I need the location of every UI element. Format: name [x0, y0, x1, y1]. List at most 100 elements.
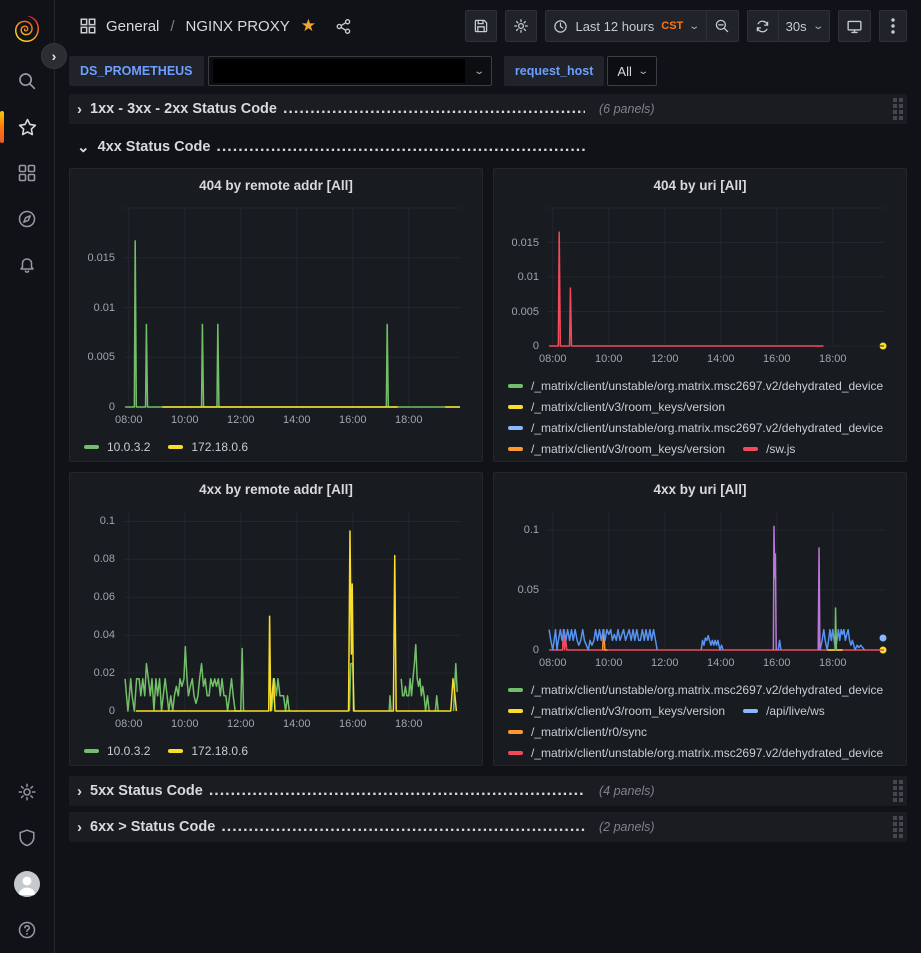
legend-swatch	[743, 709, 758, 713]
legend-item[interactable]: 10.0.3.2	[84, 439, 150, 455]
row-header-4xx[interactable]: ⌄ 4xx Status Code ......................…	[69, 132, 907, 162]
panel-title[interactable]: 404 by remote addr [All]	[80, 174, 472, 200]
variable-request-host: request_host All ⌄	[504, 56, 657, 86]
save-dashboard-button[interactable]	[465, 10, 497, 42]
row-header-5xx[interactable]: › 5xx Status Code ......................…	[69, 776, 907, 806]
main-area: General / NGINX PROXY ★	[55, 0, 921, 953]
legend-item[interactable]: /_matrix/client/v3/room_keys/version	[508, 703, 725, 719]
sidebar-item-help[interactable]	[0, 907, 55, 953]
page-title[interactable]: NGINX PROXY	[186, 18, 290, 35]
x-axis-label: 12:00	[227, 718, 255, 730]
series-line	[125, 241, 460, 407]
save-icon	[473, 18, 489, 34]
breadcrumb-root[interactable]: General	[106, 18, 159, 35]
row-title: 4xx Status Code	[98, 139, 211, 155]
row-drag-handle[interactable]	[893, 98, 903, 120]
dashboards-grid-icon	[79, 17, 97, 35]
legend-item[interactable]: 10.0.3.2	[84, 743, 150, 759]
refresh-interval-label: 30s	[786, 19, 807, 34]
grafana-logo-icon	[12, 14, 42, 44]
legend-swatch	[508, 447, 523, 451]
chevron-right-icon: ›	[77, 784, 82, 799]
chart-canvas	[124, 512, 460, 711]
breadcrumb: General / NGINX PROXY ★	[79, 16, 352, 36]
time-series-chart[interactable]: 00.020.040.060.080.108:0010:0012:0014:00…	[80, 504, 472, 737]
legend-item[interactable]: /_matrix/client/r0/sync	[508, 724, 647, 740]
series-line	[773, 526, 820, 650]
sidebar-item-dashboards[interactable]	[0, 150, 55, 196]
panel-title[interactable]: 404 by uri [All]	[504, 174, 896, 200]
legend-item[interactable]: /_matrix/client/v3/room_keys/version	[508, 399, 725, 415]
legend-item[interactable]: /_matrix/client/unstable/org.matrix.msc2…	[508, 682, 883, 698]
more-options-button[interactable]	[879, 10, 907, 42]
legend-item[interactable]: /_matrix/client/unstable/org.matrix.msc2…	[508, 420, 883, 436]
x-axis-label: 08:00	[539, 353, 567, 365]
chevron-down-icon: ⌄	[473, 66, 485, 77]
chart-legend: /_matrix/client/unstable/org.matrix.msc2…	[504, 676, 896, 765]
kiosk-mode-button[interactable]	[838, 10, 871, 42]
refresh-interval-picker[interactable]: 30s ⌄	[779, 10, 830, 42]
row-drag-handle[interactable]	[893, 816, 903, 838]
legend-item[interactable]: 172.18.0.6	[168, 743, 248, 759]
sidebar-item-profile[interactable]	[0, 861, 55, 907]
panel-grid-row-2: 4xx by remote addr [All] 00.020.040.060.…	[69, 472, 907, 766]
zoom-out-time-button[interactable]	[707, 10, 739, 42]
refresh-button[interactable]	[747, 10, 779, 42]
legend-item[interactable]: 172.18.0.6	[168, 439, 248, 455]
dashboard-settings-button[interactable]	[505, 10, 537, 42]
panel-4xx-by-remote-addr: 4xx by remote addr [All] 00.020.040.060.…	[69, 472, 483, 766]
variable-ds-prometheus: DS_PROMETHEUS ⌄	[69, 56, 492, 86]
kebab-menu-icon	[891, 18, 895, 34]
legend-label: /_matrix/client/r0/sync	[531, 724, 647, 740]
variable-value-request-host[interactable]: All ⌄	[607, 56, 657, 86]
y-axis-label: 0.06	[94, 591, 115, 603]
chevron-down-icon: ⌄	[77, 140, 90, 155]
row-header-1xx-3xx-2xx[interactable]: › 1xx - 3xx - 2xx Status Code ..........…	[69, 94, 907, 124]
share-icon[interactable]	[335, 18, 352, 35]
chevron-down-icon: ⌄	[637, 66, 649, 77]
chevron-down-icon: ⌄	[812, 21, 824, 32]
time-series-chart[interactable]: 00.0050.010.01508:0010:0012:0014:0016:00…	[80, 200, 472, 433]
x-axis-label: 18:00	[395, 718, 423, 730]
row-leader-dots: ........................................…	[221, 818, 585, 836]
time-series-chart[interactable]: 00.050.108:0010:0012:0014:0016:0018:00	[504, 504, 896, 676]
user-avatar	[14, 871, 40, 897]
sidebar-item-explore[interactable]	[0, 196, 55, 242]
variable-value-ds-prometheus[interactable]: ⌄	[208, 56, 492, 86]
x-axis-label: 16:00	[763, 657, 791, 669]
legend-item[interactable]: /_matrix/client/unstable/org.matrix.msc2…	[508, 745, 883, 761]
row-header-6xx[interactable]: › 6xx > Status Code ....................…	[69, 812, 907, 842]
zoom-out-icon	[714, 18, 730, 34]
sidebar-item-alerting[interactable]	[0, 242, 55, 288]
refresh-controls: 30s ⌄	[747, 10, 830, 42]
plot-area: 00.020.040.060.080.108:0010:0012:0014:00…	[124, 512, 460, 711]
legend-swatch	[508, 730, 523, 734]
sidebar-item-starred[interactable]	[0, 104, 55, 150]
y-axis-label: 0.015	[87, 252, 115, 264]
time-series-chart[interactable]: 00.0050.010.01508:0010:0012:0014:0016:00…	[504, 200, 896, 372]
time-range-picker[interactable]: Last 12 hours CST ⌄	[545, 10, 706, 42]
row-panel-count: (2 panels)	[599, 820, 655, 834]
y-axis-label: 0.005	[87, 351, 115, 363]
sidebar-item-server-admin[interactable]	[0, 815, 55, 861]
row-leader-dots: ........................................…	[216, 138, 585, 156]
panel-404-by-uri: 404 by uri [All] 00.0050.010.01508:0010:…	[493, 168, 907, 462]
panel-title[interactable]: 4xx by uri [All]	[504, 478, 896, 504]
variable-label-request-host[interactable]: request_host	[504, 56, 605, 86]
legend-item[interactable]: /_matrix/client/v3/room_keys/version	[508, 441, 725, 457]
expand-sidebar-button[interactable]: ›	[41, 43, 67, 69]
legend-item[interactable]: /sw.js	[743, 441, 795, 457]
series-line	[125, 645, 457, 711]
chart-canvas	[548, 208, 884, 346]
variable-label-ds-prometheus[interactable]: DS_PROMETHEUS	[69, 56, 204, 86]
legend-item[interactable]: /api/live/ws	[743, 703, 825, 719]
sidebar-item-configuration[interactable]	[0, 769, 55, 815]
legend-swatch	[168, 445, 183, 449]
x-axis-label: 16:00	[763, 353, 791, 365]
row-drag-handle[interactable]	[893, 780, 903, 802]
legend-label: /_matrix/client/unstable/org.matrix.msc2…	[531, 378, 883, 394]
panel-title[interactable]: 4xx by remote addr [All]	[80, 478, 472, 504]
star-icon	[17, 117, 38, 138]
legend-item[interactable]: /_matrix/client/unstable/org.matrix.msc2…	[508, 378, 883, 394]
favorite-star-icon[interactable]: ★	[301, 16, 316, 36]
